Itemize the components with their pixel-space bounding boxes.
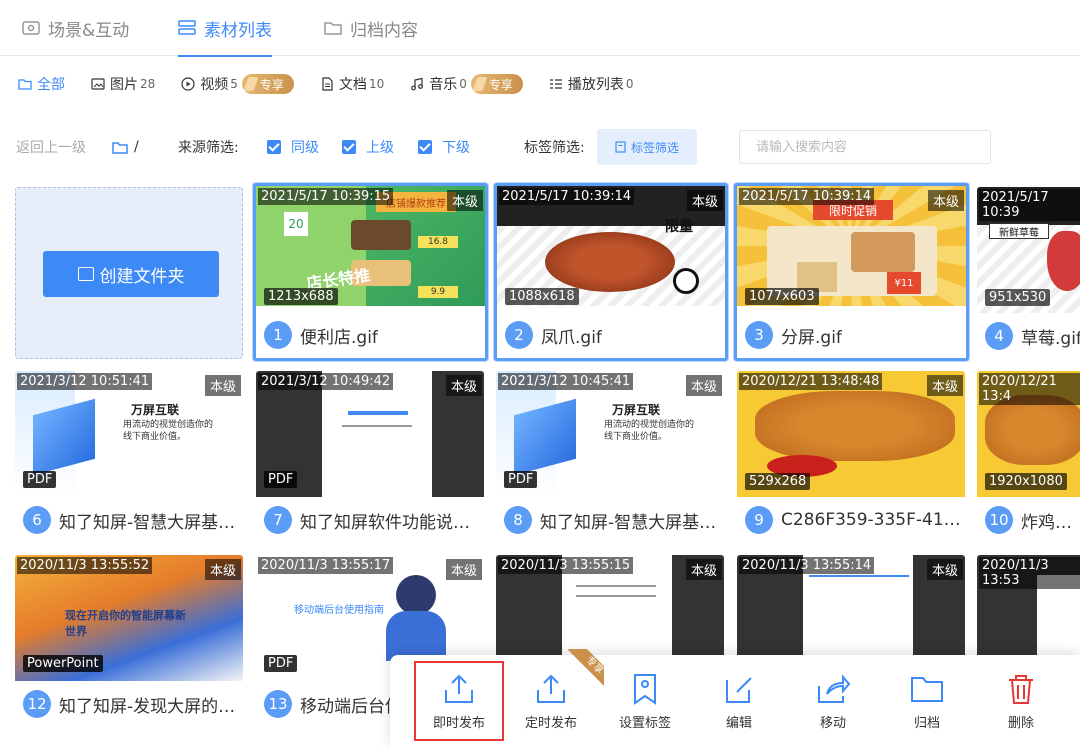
play-icon — [181, 77, 195, 91]
set-tag-button[interactable]: 设置标签 — [600, 655, 690, 747]
card-name: 分屏.gif — [781, 327, 842, 348]
card-number: 8 — [504, 506, 532, 534]
vip-corner-badge: 专享 — [560, 649, 604, 693]
file-type-badge: PDF — [23, 471, 57, 488]
material-card[interactable]: 现在开启你的智能屏幕新世界 2020/11/3 13:55:52 本级 Powe… — [15, 555, 243, 727]
material-card[interactable]: 限时促销 ¥11 2021/5/17 10:39:14 本级 1077x603 … — [734, 183, 969, 361]
folder-icon — [324, 22, 342, 35]
material-card[interactable]: 店铺爆款推荐 20 16.8 9.9 店长特推 2021/5/17 10:39:… — [253, 183, 488, 361]
bulk-action-bar: 即时发布 定时发布 专享 设置标签 编辑 移动 归档 删除 — [390, 649, 1080, 747]
publish-now-button[interactable]: 即时发布 — [414, 661, 504, 741]
file-type-badge: PDF — [264, 471, 298, 488]
material-card[interactable]: 万屏互联 用流动的视觉创造你的线下商业价值。 2021/3/12 10:51:4… — [15, 371, 243, 543]
move-button[interactable]: 移动 — [788, 655, 878, 747]
card-number: 1 — [264, 321, 292, 349]
card-name: 草莓.gif — [1021, 328, 1080, 349]
share-icon — [818, 673, 851, 703]
card-number: 2 — [505, 321, 533, 349]
back-link[interactable]: 返回上一级 — [16, 137, 86, 157]
create-folder-button[interactable]: 创建文件夹 — [43, 251, 219, 297]
tab-material-list[interactable]: 素材列表 — [178, 0, 272, 57]
top-tabs: 场景&互动 素材列表 归档内容 — [0, 0, 1080, 57]
card-number: 10 — [985, 506, 1013, 534]
card-name: 炸鸡套餐 — [1021, 512, 1080, 533]
card-number: 4 — [985, 322, 1013, 350]
filter-toolbar: 返回上一级 / 来源筛选: 同级 上级 下级 标签筛选: 标签筛选 — [0, 128, 1080, 166]
search-input[interactable] — [739, 130, 991, 164]
document-icon — [322, 77, 333, 91]
filter-music[interactable]: 音乐 0 专享 — [410, 74, 523, 94]
playlist-icon — [549, 79, 562, 89]
file-type-badge: PDF — [504, 471, 538, 488]
breadcrumb[interactable]: / — [112, 139, 139, 155]
edit-icon — [726, 676, 752, 703]
material-card[interactable]: 2020/12/21 13:48:48 本级 529x268 9 C286F359… — [737, 371, 965, 543]
file-type-badge: PowerPoint — [23, 655, 103, 672]
upload-icon — [445, 674, 473, 703]
card-name: 知了知屏软件功能说… — [300, 512, 470, 533]
card-number: 6 — [23, 506, 51, 534]
material-card[interactable]: 限量 2021/5/17 10:39:14 本级 1088x618 2 凤爪.gi… — [494, 183, 728, 361]
material-card[interactable]: 万屏互联 用流动的视觉创造你的线下商业价值。 2021/3/12 10:45:4… — [496, 371, 724, 543]
material-card[interactable]: 新鲜草莓 2021/5/17 10:39 951x530 4 草莓.gif — [977, 187, 1080, 359]
create-folder-card: 创建文件夹 — [15, 187, 243, 359]
filter-document[interactable]: 文档 10 — [320, 74, 384, 94]
tag-filter-label: 标签筛选: — [524, 140, 585, 156]
filter-playlist[interactable]: 播放列表 0 — [549, 74, 634, 94]
type-filter-tabs: 全部 图片 28 视频 5 专享 文档 10 音乐 0 专享 播放列表 0 — [0, 66, 1080, 102]
tab-scene-interaction[interactable]: 场景&互动 — [22, 0, 129, 56]
filter-image[interactable]: 图片 28 — [91, 74, 155, 94]
source-upper-level-checkbox[interactable]: 上级 — [342, 137, 394, 157]
card-name: 便利店.gif — [300, 327, 378, 348]
tag-icon — [615, 141, 626, 153]
delete-button[interactable]: 删除 — [976, 655, 1066, 747]
folder-icon — [911, 676, 943, 702]
archive-button[interactable]: 归档 — [882, 655, 972, 747]
image-icon — [91, 78, 105, 90]
bookmark-icon — [634, 673, 656, 705]
card-number: 7 — [264, 506, 292, 534]
filter-video[interactable]: 视频 5 专享 — [181, 74, 294, 94]
scene-icon — [22, 21, 40, 35]
card-name: 知了知屏-发现大屏的… — [59, 696, 236, 717]
source-filter-label: 来源筛选: — [178, 140, 239, 156]
material-card[interactable]: 2020/12/21 13:4 1920x1080 10炸鸡套餐 — [977, 371, 1080, 543]
trash-icon — [1009, 674, 1033, 704]
folder-plus-icon — [77, 267, 94, 281]
filter-all[interactable]: 全部 — [18, 74, 65, 94]
tag-filter-button[interactable]: 标签筛选 — [597, 129, 697, 165]
card-name: 移动端后台使 — [300, 696, 402, 717]
source-same-level-checkbox[interactable]: 同级 — [267, 137, 319, 157]
list-icon — [178, 20, 196, 35]
material-card[interactable]: 2021/3/12 10:49:42 本级 PDF 7 知了知屏软件功能说… — [256, 371, 484, 543]
card-name: 知了知屏-智慧大屏基… — [59, 512, 236, 533]
edit-button[interactable]: 编辑 — [694, 655, 784, 747]
tab-archive[interactable]: 归档内容 — [324, 0, 418, 56]
music-icon — [411, 77, 424, 91]
card-number: 9 — [745, 506, 773, 534]
card-name: 凤爪.gif — [541, 327, 602, 348]
card-number: 3 — [745, 321, 773, 349]
folder-icon — [112, 141, 128, 154]
card-name: C286F359-335F-419… — [781, 510, 965, 530]
scheduled-publish-button[interactable]: 定时发布 专享 — [506, 649, 604, 747]
card-name: 知了知屏-智慧大屏基… — [540, 512, 717, 533]
vip-badge: 专享 — [470, 74, 523, 94]
folder-icon — [18, 79, 32, 90]
card-number: 13 — [264, 690, 292, 718]
source-lower-level-checkbox[interactable]: 下级 — [418, 137, 470, 157]
card-number: 12 — [23, 690, 51, 718]
vip-badge: 专享 — [241, 74, 294, 94]
file-type-badge: PDF — [264, 655, 298, 672]
